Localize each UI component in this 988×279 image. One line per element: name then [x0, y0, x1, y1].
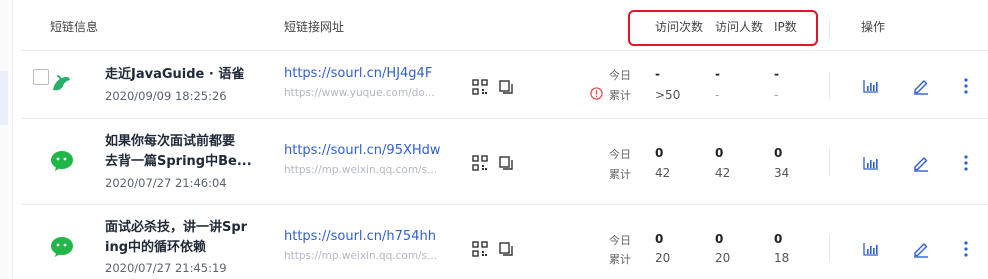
- pencil-icon[interactable]: [912, 77, 930, 95]
- row-date: 2020/07/27 21:45:19: [105, 261, 227, 275]
- today-label: 今日: [609, 148, 631, 161]
- left-nav-strip: [0, 0, 8, 279]
- bar-chart-icon[interactable]: [863, 78, 879, 94]
- wechat-icon: [51, 237, 73, 257]
- ip-total: -: [774, 88, 779, 102]
- original-url[interactable]: https://www.yuque.com/do...: [284, 87, 435, 99]
- visits-today: 0: [655, 232, 664, 246]
- original-url[interactable]: https://mp.weixin.qq.com/s...: [284, 250, 437, 262]
- row-separator: [22, 118, 988, 119]
- today-label: 今日: [609, 234, 631, 247]
- short-url-link[interactable]: https://sourl.cn/HJ4g4F: [284, 66, 432, 81]
- visits-today: -: [655, 67, 660, 81]
- ip-total: 34: [774, 166, 790, 180]
- row-checkbox[interactable]: [33, 69, 49, 85]
- header-operations: 操作: [861, 20, 886, 34]
- original-url[interactable]: https://mp.weixin.qq.com/s...: [284, 164, 437, 176]
- header-short-link-url: 短链接网址: [284, 20, 345, 34]
- bar-chart-icon[interactable]: [863, 155, 879, 171]
- qr-code-icon[interactable]: [472, 79, 488, 95]
- short-url-link[interactable]: https://sourl.cn/95XHdw: [284, 143, 441, 158]
- visitors-total: 20: [715, 251, 731, 265]
- visitors-today: -: [715, 67, 720, 81]
- visitors-total: 42: [715, 166, 731, 180]
- row-title-line2: ing中的循环依赖: [105, 240, 207, 255]
- row-separator: [22, 50, 988, 51]
- table-left-border: [12, 0, 13, 279]
- more-vertical-icon[interactable]: [958, 240, 974, 258]
- wechat-icon: [51, 151, 73, 171]
- more-vertical-icon[interactable]: [958, 154, 974, 172]
- header-divider: [829, 20, 830, 38]
- today-label: 今日: [609, 69, 631, 82]
- ops-divider: [829, 148, 830, 176]
- ip-today: 0: [774, 146, 783, 160]
- copy-icon[interactable]: [498, 79, 514, 95]
- ops-divider: [829, 234, 830, 262]
- total-label: 累计: [609, 253, 631, 266]
- visitors-today: 0: [715, 232, 724, 246]
- copy-icon[interactable]: [498, 241, 514, 257]
- row-title: 如果你每次面试前都要: [105, 134, 236, 149]
- visits-total: 42: [655, 166, 671, 180]
- row-title: 走近JavaGuide · 语雀: [105, 67, 245, 82]
- visits-today: 0: [655, 146, 664, 160]
- visits-total: >50: [655, 88, 681, 102]
- row-date: 2020/07/27 21:46:04: [105, 176, 227, 190]
- header-short-link-info: 短链信息: [50, 20, 99, 34]
- row-title-line2: 去背一篇Spring中Be...: [105, 154, 252, 169]
- ops-divider: [829, 71, 830, 99]
- bar-chart-icon[interactable]: [863, 241, 879, 257]
- total-label: 累计: [609, 168, 631, 181]
- pencil-icon[interactable]: [912, 154, 930, 172]
- visits-total: 20: [655, 251, 671, 265]
- row-title: 面试必杀技，讲一讲Spr: [105, 220, 248, 235]
- ip-today: 0: [774, 232, 783, 246]
- qr-code-icon[interactable]: [472, 155, 488, 171]
- yuque-bird-icon: [53, 75, 70, 91]
- short-url-link[interactable]: https://sourl.cn/h754hh: [284, 229, 436, 244]
- total-label: 累计: [609, 89, 631, 102]
- warning-circle-icon: [590, 87, 603, 100]
- more-vertical-icon[interactable]: [958, 77, 974, 95]
- highlight-box: [628, 10, 818, 46]
- qr-code-icon[interactable]: [472, 241, 488, 257]
- active-nav-indicator: [0, 71, 8, 125]
- row-separator: [22, 204, 988, 205]
- visitors-total: -: [715, 88, 720, 102]
- ip-today: -: [774, 67, 779, 81]
- row-date: 2020/09/09 18:25:26: [105, 89, 227, 103]
- visitors-today: 0: [715, 146, 724, 160]
- pencil-icon[interactable]: [912, 240, 930, 258]
- copy-icon[interactable]: [498, 155, 514, 171]
- ip-total: 18: [774, 251, 790, 265]
